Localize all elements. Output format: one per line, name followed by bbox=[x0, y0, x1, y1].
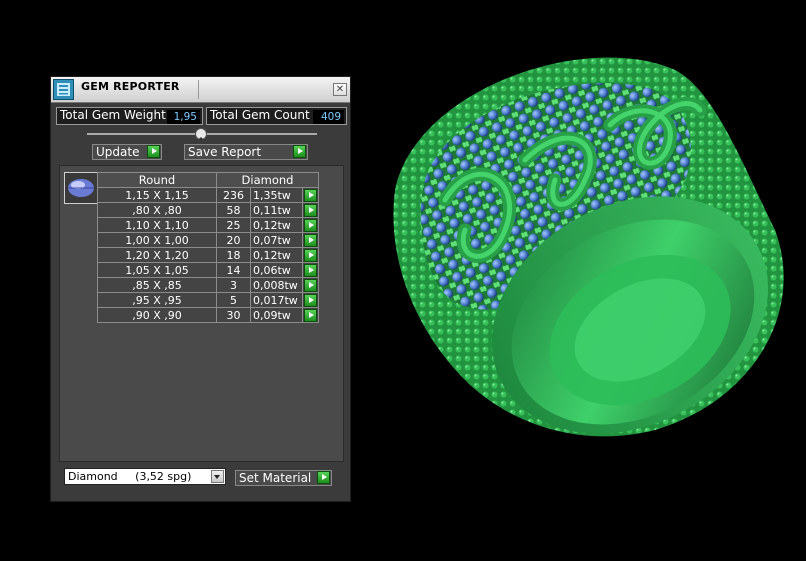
gem-size: 1,00 X 1,00 bbox=[97, 232, 217, 248]
play-arrow-icon bbox=[293, 145, 306, 158]
table-header-row: Round Diamond bbox=[97, 172, 319, 188]
gem-weight: 0,09tw bbox=[250, 307, 303, 323]
select-row-button[interactable] bbox=[304, 294, 317, 307]
select-row-button[interactable] bbox=[304, 249, 317, 262]
gem-count: 14 bbox=[216, 262, 251, 278]
select-row-button[interactable] bbox=[304, 279, 317, 292]
save-report-button-label: Save Report bbox=[188, 145, 262, 159]
select-row-button[interactable] bbox=[304, 189, 317, 202]
gem-weight: 0,07tw bbox=[250, 232, 303, 248]
set-material-button-label: Set Material bbox=[239, 471, 312, 485]
gem-weight: 0,017tw bbox=[250, 292, 303, 308]
select-row-button[interactable] bbox=[304, 234, 317, 247]
select-row-button[interactable] bbox=[304, 204, 317, 217]
material-dropdown-value: Diamond (3,52 spg) bbox=[68, 470, 192, 483]
gem-reporter-app-icon bbox=[53, 79, 74, 100]
table-row: ,90 X ,90 30 0,09tw bbox=[97, 307, 319, 323]
size-slider-thumb[interactable] bbox=[195, 128, 207, 140]
table-row: 1,05 X 1,05 14 0,06tw bbox=[97, 262, 319, 278]
close-button[interactable]: ✕ bbox=[333, 83, 347, 96]
update-button[interactable]: Update bbox=[92, 144, 162, 160]
select-row-button[interactable] bbox=[304, 309, 317, 322]
table-row: 1,15 X 1,15 236 1,35tw bbox=[97, 187, 319, 203]
table-row: 1,00 X 1,00 20 0,07tw bbox=[97, 232, 319, 248]
gem-count: 18 bbox=[216, 247, 251, 263]
total-gem-count-value: 409 bbox=[313, 110, 344, 124]
gem-count: 58 bbox=[216, 202, 251, 218]
title-divider bbox=[198, 80, 199, 99]
gem-size: 1,20 X 1,20 bbox=[97, 247, 217, 263]
gem-list-area: Round Diamond 1,15 X 1,15 236 1,35tw ,80… bbox=[59, 165, 344, 462]
set-material-button[interactable]: Set Material bbox=[235, 470, 332, 486]
gem-count: 3 bbox=[216, 277, 251, 293]
gem-size: ,95 X ,95 bbox=[97, 292, 217, 308]
gem-weight: 0,06tw bbox=[250, 262, 303, 278]
total-gem-weight-value: 1,95 bbox=[167, 110, 200, 124]
table-row: ,80 X ,80 58 0,11tw bbox=[97, 202, 319, 218]
select-row-button[interactable] bbox=[304, 219, 317, 232]
gem-size: ,80 X ,80 bbox=[97, 202, 217, 218]
gem-count: 30 bbox=[216, 307, 251, 323]
gem-size: 1,05 X 1,05 bbox=[97, 262, 217, 278]
gem-count: 236 bbox=[216, 187, 251, 203]
total-gem-weight-label: Total Gem Weight bbox=[60, 108, 166, 122]
gem-size: ,85 X ,85 bbox=[97, 277, 217, 293]
material-header: Diamond bbox=[216, 172, 319, 188]
select-row-button[interactable] bbox=[304, 264, 317, 277]
gem-weight: 0,008tw bbox=[250, 277, 303, 293]
close-icon: ✕ bbox=[335, 84, 345, 95]
play-arrow-icon bbox=[147, 145, 160, 158]
save-report-button[interactable]: Save Report bbox=[184, 144, 308, 160]
gem-count: 5 bbox=[216, 292, 251, 308]
gem-weight: 0,12tw bbox=[250, 217, 303, 233]
total-gem-count-label: Total Gem Count bbox=[210, 108, 310, 122]
chevron-down-icon[interactable] bbox=[211, 470, 224, 483]
shape-header: Round bbox=[97, 172, 217, 188]
update-button-label: Update bbox=[96, 145, 140, 159]
gem-weight: 0,12tw bbox=[250, 247, 303, 263]
gem-size: ,90 X ,90 bbox=[97, 307, 217, 323]
material-dropdown[interactable]: Diamond (3,52 spg) bbox=[64, 468, 226, 485]
gem-size-table: Round Diamond 1,15 X 1,15 236 1,35tw ,80… bbox=[97, 172, 319, 323]
ring-render bbox=[393, 57, 784, 437]
gem-size: 1,10 X 1,10 bbox=[97, 217, 217, 233]
round-gem-thumbnail[interactable] bbox=[64, 172, 98, 204]
panel-title: GEM REPORTER bbox=[81, 80, 180, 93]
gem-weight: 0,11tw bbox=[250, 202, 303, 218]
gem-count: 25 bbox=[216, 217, 251, 233]
table-row: ,85 X ,85 3 0,008tw bbox=[97, 277, 319, 293]
gem-count: 20 bbox=[216, 232, 251, 248]
table-row: 1,10 X 1,10 25 0,12tw bbox=[97, 217, 319, 233]
gem-weight: 1,35tw bbox=[250, 187, 303, 203]
panel-titlebar[interactable]: GEM REPORTER ✕ bbox=[51, 77, 350, 103]
3d-viewport[interactable] bbox=[355, 30, 806, 557]
table-row: 1,20 X 1,20 18 0,12tw bbox=[97, 247, 319, 263]
gem-reporter-panel: GEM REPORTER ✕ Total Gem Weight 1,95 Tot… bbox=[50, 76, 351, 502]
table-row: ,95 X ,95 5 0,017tw bbox=[97, 292, 319, 308]
gem-size: 1,15 X 1,15 bbox=[97, 187, 217, 203]
play-arrow-icon bbox=[317, 471, 330, 484]
